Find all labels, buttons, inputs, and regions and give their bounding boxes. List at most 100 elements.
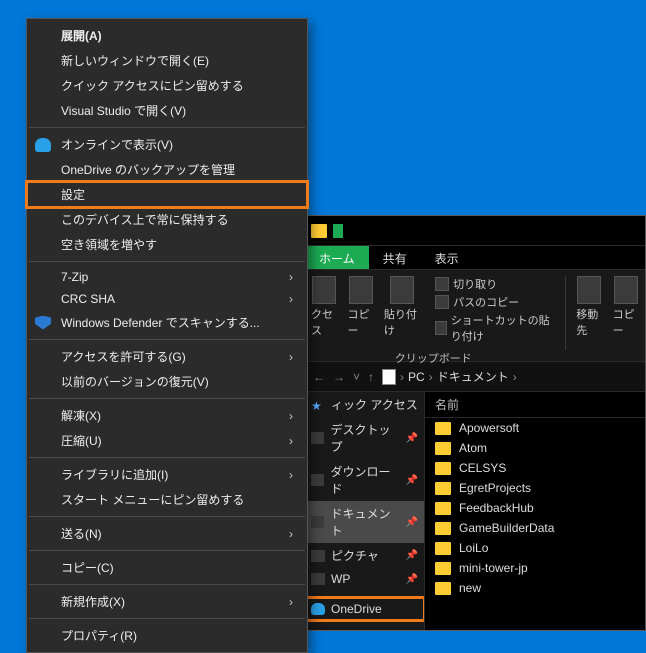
breadcrumb-docs[interactable]: ドキュメント (437, 368, 509, 385)
file-row[interactable]: mini-tower-jp (425, 558, 645, 578)
menu-item-label: このデバイス上で常に保持する (61, 211, 229, 228)
copy-path-button[interactable]: パスのコピー (435, 294, 555, 310)
breadcrumb[interactable]: › PC › ドキュメント › (382, 368, 517, 385)
file-name: mini-tower-jp (459, 561, 528, 575)
copy-icon (349, 276, 373, 304)
paste-shortcut-button[interactable]: ショートカットの貼り付け (435, 312, 555, 344)
tab-home[interactable]: ホーム (305, 246, 369, 269)
menu-item[interactable]: ライブラリに追加(I)› (27, 462, 307, 487)
menu-item-label: 7-Zip (61, 270, 88, 284)
folder-icon (435, 422, 451, 435)
star-icon: ★ (311, 399, 325, 411)
nav-downloads[interactable]: ダウンロード 📌 (305, 459, 424, 501)
menu-item[interactable]: 空き領域を増やす (27, 232, 307, 257)
ribbon-label: 移動先 (576, 306, 602, 338)
nav-pictures[interactable]: ピクチャ 📌 (305, 543, 424, 568)
file-row[interactable]: EgretProjects (425, 478, 645, 498)
back-button[interactable]: ← (313, 370, 325, 384)
menu-item[interactable]: 設定 (27, 182, 307, 207)
menu-item[interactable]: 新しいウィンドウで開く(E) (27, 48, 307, 73)
menu-item-label: スタート メニューにピン留めする (61, 491, 244, 508)
menu-item[interactable]: OneDrive のバックアップを管理 (27, 157, 307, 182)
submenu-arrow-icon: › (289, 409, 293, 423)
move-to-icon (577, 276, 601, 304)
explorer-body: ★ ィック アクセス デスクトップ 📌 ダウンロード 📌 ドキュメント 📌 ピク… (305, 392, 645, 630)
pin-icon: 📌 (406, 475, 418, 486)
nav-label: ドキュメント (330, 505, 399, 539)
folder-icon (435, 522, 451, 535)
folder-icon (435, 562, 451, 575)
forward-button[interactable]: → (333, 370, 345, 384)
menu-item-label: プロパティ(R) (61, 627, 137, 644)
page-icon (382, 369, 396, 385)
menu-item[interactable]: クイック アクセスにピン留めする (27, 73, 307, 98)
menu-item[interactable]: CRC SHA› (27, 288, 307, 310)
tab-share[interactable]: 共有 (369, 246, 421, 269)
file-name: LoiLo (459, 541, 488, 555)
menu-item-label: コピー(C) (61, 559, 114, 576)
breadcrumb-pc[interactable]: PC (408, 370, 425, 384)
crumb-sep: › (429, 370, 433, 384)
submenu-arrow-icon: › (289, 468, 293, 482)
paste-button[interactable]: 貼り付け (384, 276, 419, 344)
file-row[interactable]: Apowersoft (425, 418, 645, 438)
menu-item[interactable]: スタート メニューにピン留めする (27, 487, 307, 512)
menu-item[interactable]: 新規作成(X)› (27, 589, 307, 614)
menu-item[interactable]: Visual Studio で開く(V) (27, 98, 307, 123)
file-row[interactable]: GameBuilderData (425, 518, 645, 538)
window-title: ドキュメント (349, 219, 445, 243)
menu-item[interactable]: Windows Defender でスキャンする... (27, 310, 307, 335)
folder-icon (311, 224, 327, 238)
ribbon-group-clipboard: クセス コピー 貼り付け 切り取り パスの (305, 276, 561, 366)
title-bar: ドキュメント (305, 216, 645, 246)
up-button[interactable]: ↑ (368, 370, 374, 384)
nav-wp[interactable]: WP 📌 (305, 568, 424, 590)
menu-item[interactable]: 解凍(X)› (27, 403, 307, 428)
menu-item[interactable]: オンラインで表示(V) (27, 132, 307, 157)
ribbon-small-buttons: 切り取り パスのコピー ショートカットの貼り付け (429, 276, 555, 344)
menu-separator (29, 584, 305, 585)
nav-pc[interactable]: PC (305, 628, 424, 630)
ribbon-color-stripe (333, 224, 343, 238)
file-row[interactable]: FeedbackHub (425, 498, 645, 518)
move-to-button[interactable]: 移動先 (576, 276, 602, 338)
file-row[interactable]: new (425, 578, 645, 598)
nav-documents[interactable]: ドキュメント 📌 (305, 501, 424, 543)
tab-view[interactable]: 表示 (421, 246, 473, 269)
menu-item[interactable]: 圧縮(U)› (27, 428, 307, 453)
folder-icon (435, 502, 451, 515)
nav-desktop[interactable]: デスクトップ 📌 (305, 417, 424, 459)
folder-icon (435, 462, 451, 475)
menu-item[interactable]: このデバイス上で常に保持する (27, 207, 307, 232)
ribbon-group-name: クリップボード (395, 350, 472, 366)
folder-icon (435, 542, 451, 555)
menu-item[interactable]: 送る(N)› (27, 521, 307, 546)
menu-item-label: 空き領域を増やす (61, 236, 157, 253)
menu-item-label: 展開(A) (61, 27, 102, 44)
menu-item-label: OneDrive のバックアップを管理 (61, 161, 235, 178)
menu-separator (29, 618, 305, 619)
menu-item[interactable]: プロパティ(R) (27, 623, 307, 648)
nav-onedrive[interactable]: OneDrive (305, 598, 424, 620)
column-header-name[interactable]: 名前 (425, 392, 645, 418)
menu-item[interactable]: コピー(C) (27, 555, 307, 580)
menu-item[interactable]: アクセスを許可する(G)› (27, 344, 307, 369)
file-name: Apowersoft (459, 421, 519, 435)
submenu-arrow-icon: › (289, 434, 293, 448)
copy-button[interactable]: コピー (347, 276, 373, 344)
context-menu: 展開(A) 新しいウィンドウで開く(E)クイック アクセスにピン留めするVisua… (26, 18, 308, 653)
downloads-icon (311, 474, 324, 486)
crumb-sep: › (513, 370, 517, 384)
nav-quick-access[interactable]: ★ ィック アクセス (305, 392, 424, 417)
pin-to-quick-access-button[interactable]: クセス (311, 276, 337, 344)
menu-item[interactable]: 展開(A) (27, 23, 307, 48)
menu-item[interactable]: 7-Zip› (27, 266, 307, 288)
menu-item[interactable]: 以前のバージョンの復元(V) (27, 369, 307, 394)
file-row[interactable]: CELSYS (425, 458, 645, 478)
cut-button[interactable]: 切り取り (435, 276, 555, 292)
file-row[interactable]: LoiLo (425, 538, 645, 558)
nav-label: OneDrive (331, 602, 382, 616)
history-dropdown[interactable]: ˅ (353, 370, 360, 384)
file-row[interactable]: Atom (425, 438, 645, 458)
copy-to-button[interactable]: コピー (613, 276, 639, 338)
